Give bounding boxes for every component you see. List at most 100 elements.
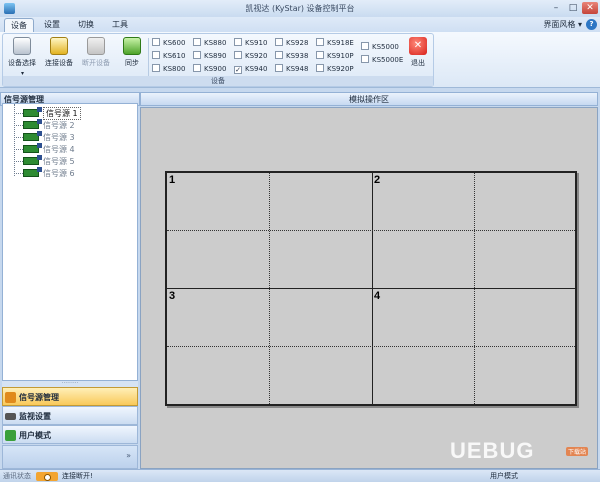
checkmark-icon: ✓: [234, 66, 242, 74]
window-number-1[interactable]: 1: [169, 174, 175, 186]
signal-source-label: 信号源 4: [43, 144, 75, 154]
connect-label: 连接设备: [45, 59, 73, 67]
arrow-right-icon: [5, 430, 16, 441]
tree-connector: [14, 137, 23, 138]
model-checkbox-ks800[interactable]: KS800: [152, 64, 185, 75]
signal-source-label: 信号源 1: [43, 106, 81, 120]
ui-style-menu[interactable]: 界面风格 ▾: [543, 18, 582, 31]
model-label: KS600: [163, 39, 186, 47]
watermark-sub: 下载站: [566, 447, 589, 456]
checkbox-icon: [275, 38, 283, 46]
device-group: 设备选择 ▾ 连接设备 断开设备 同步 KS600 KS610 KS800 KS880…: [2, 33, 434, 87]
model-checkbox-ks928[interactable]: KS928: [275, 38, 308, 49]
model-label: KS918E: [327, 39, 354, 47]
signal-source-label: 信号源 2: [43, 120, 75, 130]
checkbox-icon: [361, 55, 369, 63]
disconnect-button[interactable]: 断开设备: [79, 37, 113, 73]
model-checkbox-ks910[interactable]: KS910: [234, 38, 267, 49]
model-checkbox-ks900[interactable]: KS900: [193, 64, 226, 75]
monitor-icon: [5, 413, 16, 420]
model-label: KS920: [245, 52, 268, 60]
model-checkbox-ks5000e[interactable]: KS5000E: [361, 55, 403, 66]
divider: [148, 38, 149, 76]
model-checkbox-ks920p[interactable]: KS920P: [316, 64, 354, 75]
ui-style-label: 界面风格: [543, 20, 576, 29]
model-checkbox-ks890[interactable]: KS890: [193, 51, 226, 62]
tree-connector: [14, 113, 23, 114]
app-icon: [4, 3, 15, 14]
nav-user-mode-label: 用户模式: [19, 431, 51, 440]
signal-source-label: 信号源 3: [43, 132, 75, 142]
nav-user-mode[interactable]: 用户模式: [2, 425, 138, 444]
sync-button[interactable]: 同步: [115, 37, 149, 73]
signal-source-item[interactable]: 信号源 1: [23, 106, 81, 120]
minimize-icon[interactable]: –: [548, 2, 564, 14]
connect-button[interactable]: 连接设备: [42, 37, 76, 73]
nav-monitor-label: 监视设置: [19, 412, 51, 421]
checkbox-icon: [361, 42, 369, 50]
checkbox-icon: [316, 51, 324, 59]
model-label: KS880: [204, 39, 227, 47]
nav-signal-source[interactable]: 信号源管理: [2, 387, 138, 406]
signal-source-item[interactable]: 信号源 2: [23, 119, 75, 131]
checkbox-icon: [234, 51, 242, 59]
signal-card-icon: [23, 119, 42, 129]
tab-tools[interactable]: 工具: [106, 18, 134, 32]
model-checkbox-ks5000[interactable]: KS5000: [361, 42, 399, 53]
checkbox-icon: [193, 64, 201, 72]
signal-card-icon: [23, 131, 42, 141]
checkbox-icon: [316, 38, 324, 46]
model-checkbox-ks910p[interactable]: KS910P: [316, 51, 354, 62]
window-number-4[interactable]: 4: [374, 290, 380, 302]
model-label: KS910P: [327, 52, 354, 60]
signal-source-item[interactable]: 信号源 3: [23, 131, 75, 143]
device-select-label: 设备选择: [8, 59, 36, 67]
model-label: KS938: [286, 52, 309, 60]
grid-line: [167, 230, 575, 231]
model-label: KS910: [245, 39, 268, 47]
tab-device[interactable]: 设备: [4, 18, 34, 32]
window-title: 凯视达 (KyStar) 设备控制平台: [245, 4, 355, 13]
screen-grid[interactable]: 1 2 3 4: [165, 171, 577, 406]
sync-icon: [123, 37, 141, 55]
checkbox-icon: [193, 38, 201, 46]
ribbon: 设备选择 ▾ 连接设备 断开设备 同步 KS600 KS610 KS800 KS880…: [0, 32, 600, 88]
tree-connector: [14, 125, 23, 126]
signal-card-icon: [23, 155, 42, 165]
exit-label: 退出: [411, 59, 425, 67]
tab-switch[interactable]: 切换: [72, 18, 100, 32]
help-icon[interactable]: ?: [586, 19, 597, 30]
exit-icon: ✕: [409, 37, 427, 55]
device-icon: [13, 37, 31, 55]
signal-source-tree: 信号源 1 信号源 2 信号源 3 信号源 4 信号源 5 信号源 6: [2, 103, 138, 381]
sim-area-header: 模拟操作区: [140, 92, 598, 106]
window-number-2[interactable]: 2: [374, 174, 380, 186]
model-checkbox-ks880[interactable]: KS880: [193, 38, 226, 49]
exit-button[interactable]: ✕ 退出: [403, 37, 433, 73]
model-checkbox-ks920[interactable]: KS920: [234, 51, 267, 62]
title-bar: 凯视达 (KyStar) 设备控制平台 – □ ✕: [0, 0, 600, 17]
model-checkbox-ks938[interactable]: KS938: [275, 51, 308, 62]
signal-source-item[interactable]: 信号源 4: [23, 143, 75, 155]
sync-label: 同步: [125, 59, 139, 67]
model-checkbox-ks940[interactable]: ✓ KS940: [234, 64, 267, 75]
model-checkbox-ks948[interactable]: KS948: [275, 64, 308, 75]
checkbox-icon: [275, 51, 283, 59]
tab-settings[interactable]: 设置: [38, 18, 66, 32]
grid-line: [167, 288, 575, 289]
disconnect-label: 断开设备: [82, 59, 110, 67]
nav-monitor-settings[interactable]: 监视设置: [2, 406, 138, 425]
signal-source-item[interactable]: 信号源 5: [23, 155, 75, 167]
signal-source-item[interactable]: 信号源 6: [23, 167, 75, 179]
expand-icon[interactable]: »: [126, 451, 131, 460]
device-select-button[interactable]: 设备选择: [5, 37, 39, 73]
model-checkbox-ks610[interactable]: KS610: [152, 51, 185, 62]
model-checkbox-ks600[interactable]: KS600: [152, 38, 185, 49]
status-bar: 通讯状态 连接断开! 用户模式: [0, 469, 600, 482]
maximize-icon[interactable]: □: [565, 2, 581, 14]
window-number-3[interactable]: 3: [169, 290, 175, 302]
close-icon[interactable]: ✕: [582, 2, 598, 14]
model-checkbox-ks918e[interactable]: KS918E: [316, 38, 354, 49]
nav-signal-source-label: 信号源管理: [19, 393, 59, 402]
tree-connector: [14, 104, 15, 176]
